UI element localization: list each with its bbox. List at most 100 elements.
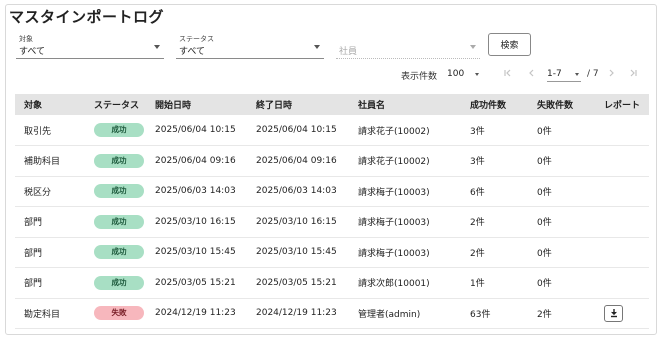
- column-header-status[interactable]: ステータス: [85, 94, 146, 115]
- cell-fail: 0件: [528, 176, 595, 207]
- cell-target: 部門: [15, 267, 85, 299]
- rows-per-page-select[interactable]: 100: [447, 66, 481, 82]
- target-filter-select[interactable]: 対象 すべて: [16, 35, 164, 59]
- column-header-fail[interactable]: 失敗件数: [528, 94, 595, 115]
- rows-per-page-label: 表示件数: [401, 72, 438, 82]
- cell-employee: 請求梅子(10003): [349, 237, 461, 268]
- status-badge: 成功: [94, 275, 144, 290]
- table-row: 税区分 成功 2025/06/03 14:03 2025/06/03 14:03 請求梅…: [15, 176, 649, 207]
- cell-status: 失敗: [85, 298, 146, 329]
- cell-end: 2025/03/10 15:45: [247, 237, 349, 268]
- status-badge: 成功: [94, 214, 144, 229]
- cell-fail: 0件: [528, 145, 595, 177]
- cell-employee: 管理者(admin): [349, 298, 461, 329]
- cell-end: 2025/06/04 09:16: [247, 145, 349, 177]
- status-badge: 成功: [94, 245, 144, 260]
- column-header-success[interactable]: 成功件数: [461, 94, 528, 115]
- chevron-down-icon: [575, 73, 579, 76]
- cell-status: 成功: [85, 145, 146, 177]
- cell-fail: 2件: [528, 298, 595, 329]
- rows-per-page-value: 100: [447, 69, 465, 79]
- column-header-start[interactable]: 開始日時: [146, 94, 247, 115]
- status-badge: 成功: [94, 123, 144, 137]
- employee-filter-placeholder: 社員: [339, 47, 358, 57]
- cell-success: 1件: [461, 267, 528, 299]
- search-button[interactable]: 検索: [488, 33, 531, 56]
- cell-start: 2025/03/10 16:15: [146, 206, 247, 238]
- cell-report: [595, 115, 649, 146]
- cell-success: 3件: [461, 115, 528, 146]
- cell-report: [595, 298, 649, 329]
- cell-end: 2024/12/19 11:23: [247, 298, 349, 329]
- column-header-employee[interactable]: 社員名: [349, 94, 461, 115]
- chevron-down-icon: [314, 45, 320, 49]
- cell-fail: 0件: [528, 237, 595, 268]
- table-row: 部門 成功 2025/03/05 15:21 2025/03/05 15:21 請求次郎…: [15, 267, 649, 299]
- cell-employee: 請求梅子(10003): [349, 176, 461, 207]
- cell-fail: 0件: [528, 267, 595, 299]
- cell-start: 2025/03/10 15:45: [146, 237, 247, 268]
- table-row: 部門 成功 2025/03/10 15:45 2025/03/10 15:45 請求梅子…: [15, 237, 649, 268]
- table-header-row: 対象 ステータス 開始日時 終了日時 社員名 成功件数 失敗件数 レポート: [15, 94, 649, 115]
- cell-start: 2025/06/04 10:15: [146, 115, 247, 146]
- table-row: 補助科目 成功 2025/06/04 09:16 2025/06/04 09:16 請求…: [15, 145, 649, 177]
- next-page-icon[interactable]: [606, 68, 616, 81]
- status-filter-value: すべて: [179, 47, 206, 57]
- cell-fail: 0件: [528, 206, 595, 238]
- last-page-icon[interactable]: [628, 68, 638, 81]
- cell-success: 2件: [461, 237, 528, 268]
- table-row: 取引先 成功 2025/06/04 10:15 2025/06/04 10:15 請求花…: [15, 115, 649, 146]
- cell-report: [595, 206, 649, 238]
- table-row: 部門 成功 2025/03/10 16:15 2025/03/10 16:15 請求梅子…: [15, 206, 649, 238]
- import-log-table: 対象 ステータス 開始日時 終了日時 社員名 成功件数 失敗件数 レポート 取引…: [15, 94, 649, 329]
- status-badge: 成功: [94, 153, 144, 168]
- cell-status: 成功: [85, 115, 146, 146]
- page-title: マスタインポートログ: [9, 8, 165, 26]
- cell-employee: 請求次郎(10001): [349, 267, 461, 299]
- cell-target: 補助科目: [15, 145, 85, 177]
- cell-status: 成功: [85, 267, 146, 299]
- column-header-target[interactable]: 対象: [15, 94, 85, 115]
- target-filter-value: すべて: [19, 47, 46, 57]
- cell-end: 2025/03/05 15:21: [247, 267, 349, 299]
- cell-end: 2025/06/03 14:03: [247, 176, 349, 207]
- chevron-down-icon: [470, 45, 476, 49]
- column-header-report: レポート: [604, 101, 641, 111]
- cell-status: 成功: [85, 237, 146, 268]
- column-header-end[interactable]: 終了日時: [247, 94, 349, 115]
- cell-status: 成功: [85, 176, 146, 207]
- cell-target: 部門: [15, 206, 85, 238]
- cell-target: 税区分: [15, 176, 85, 207]
- download-icon: [610, 309, 617, 318]
- cell-start: 2025/03/05 15:21: [146, 267, 247, 299]
- prev-page-icon[interactable]: [527, 68, 537, 81]
- cell-report: [595, 267, 649, 299]
- cell-end: 2025/03/10 16:15: [247, 206, 349, 238]
- status-badge: 成功: [94, 184, 144, 199]
- cell-employee: 請求花子(10002): [349, 115, 461, 146]
- cell-end: 2025/06/04 10:15: [247, 115, 349, 146]
- target-filter-label: 対象: [19, 35, 33, 43]
- table-row: 勘定科目 失敗 2024/12/19 11:23 2024/12/19 11:23 管理…: [15, 298, 649, 329]
- cell-start: 2024/12/19 11:23: [146, 298, 247, 329]
- cell-employee: 請求花子(10002): [349, 145, 461, 177]
- status-filter-select[interactable]: ステータス すべて: [176, 35, 324, 59]
- cell-report: [595, 145, 649, 177]
- first-page-icon[interactable]: [503, 68, 513, 81]
- chevron-down-icon: [475, 73, 479, 76]
- page-range-select[interactable]: 1-7: [547, 66, 581, 82]
- cell-success: 3件: [461, 145, 528, 177]
- page-range-value: 1-7: [547, 69, 562, 79]
- cell-status: 成功: [85, 206, 146, 238]
- cell-target: 部門: [15, 237, 85, 268]
- status-badge: 失敗: [94, 306, 144, 321]
- cell-success: 6件: [461, 176, 528, 207]
- chevron-down-icon: [154, 45, 160, 49]
- cell-report: [595, 237, 649, 268]
- download-report-button[interactable]: [604, 304, 623, 322]
- employee-filter-select[interactable]: 社員: [336, 35, 480, 59]
- cell-success: 2件: [461, 206, 528, 238]
- page-total: / 7: [587, 69, 599, 79]
- cell-report: [595, 176, 649, 207]
- cell-start: 2025/06/04 09:16: [146, 145, 247, 177]
